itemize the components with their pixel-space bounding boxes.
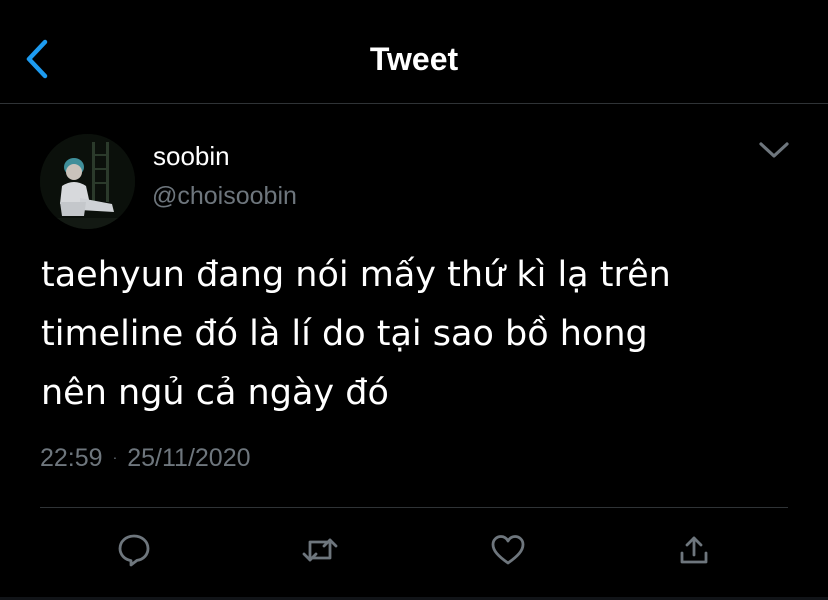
tweet-text: taehyun đang nói mấy thứ kì lạ trên time… (41, 246, 801, 423)
author-handle[interactable]: @choisoobin (152, 181, 297, 211)
tweet-text-line: timeline đó là lí do tại sao bồ hong (41, 314, 648, 354)
reply-icon (118, 534, 150, 567)
chevron-down-icon (759, 142, 789, 158)
retweet-button[interactable] (300, 530, 340, 570)
profile-photo (40, 134, 135, 229)
more-options-button[interactable] (754, 136, 794, 164)
divider (40, 507, 788, 508)
avatar[interactable] (40, 134, 135, 229)
tweet-timestamp: 22:59 · 25/11/2020 (40, 442, 251, 475)
heart-icon (491, 535, 525, 565)
tweet-text-line: taehyun đang nói mấy thứ kì lạ trên (41, 255, 671, 295)
page-title: Tweet (369, 41, 459, 77)
tweet-time: 22:59 (40, 444, 103, 472)
top-bar: Tweet (0, 0, 828, 104)
meta-separator: · (112, 449, 118, 466)
reply-button[interactable] (114, 530, 154, 570)
like-button[interactable] (488, 530, 528, 570)
share-icon (680, 536, 708, 564)
tweet-text-line: nên ngủ cả ngày đó (41, 373, 389, 413)
author-display-name[interactable]: soobin (153, 140, 230, 172)
share-button[interactable] (674, 530, 714, 570)
retweet-icon (302, 538, 338, 562)
tweet-date: 25/11/2020 (127, 444, 251, 472)
